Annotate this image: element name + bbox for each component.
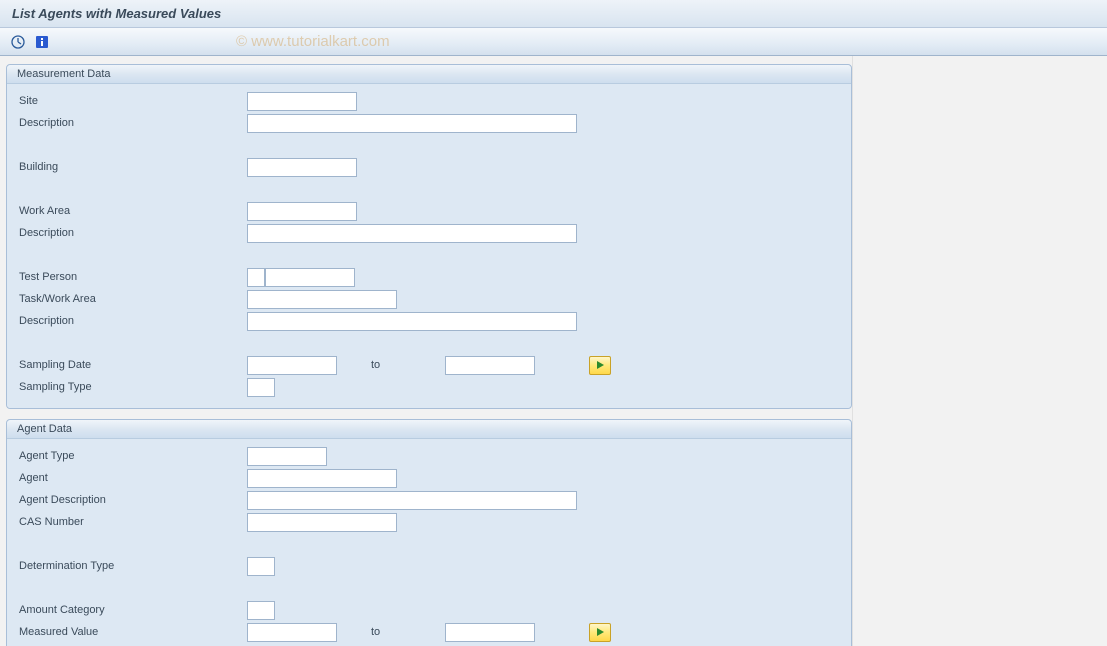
group-header-measurement: Measurement Data bbox=[7, 65, 851, 84]
task-desc-input[interactable] bbox=[247, 312, 577, 331]
label-sampling-type: Sampling Type bbox=[17, 381, 247, 393]
label-amount-category: Amount Category bbox=[17, 604, 247, 616]
cas-number-input[interactable] bbox=[247, 513, 397, 532]
building-input[interactable] bbox=[247, 158, 357, 177]
label-test-person: Test Person bbox=[17, 271, 247, 283]
label-sampling-date: Sampling Date bbox=[17, 359, 247, 371]
arrow-right-icon bbox=[597, 628, 604, 636]
group-measurement-data: Measurement Data Site Description Buildi… bbox=[6, 64, 852, 409]
amount-category-input[interactable] bbox=[247, 601, 275, 620]
label-task-work-area: Task/Work Area bbox=[17, 293, 247, 305]
label-work-area: Work Area bbox=[17, 205, 247, 217]
arrow-right-icon bbox=[597, 361, 604, 369]
toolbar: © www.tutorialkart.com bbox=[0, 28, 1107, 56]
sampling-date-to-input[interactable] bbox=[445, 356, 535, 375]
site-desc-input[interactable] bbox=[247, 114, 577, 133]
label-measured-value-to: to bbox=[371, 626, 441, 638]
label-sampling-date-to: to bbox=[371, 359, 441, 371]
agent-input[interactable] bbox=[247, 469, 397, 488]
label-building: Building bbox=[17, 161, 247, 173]
label-work-area-desc: Description bbox=[17, 227, 247, 239]
form-column: Measurement Data Site Description Buildi… bbox=[0, 56, 852, 646]
label-task-desc: Description bbox=[17, 315, 247, 327]
agent-type-input[interactable] bbox=[247, 447, 327, 466]
label-agent-desc: Agent Description bbox=[17, 494, 247, 506]
site-input[interactable] bbox=[247, 92, 357, 111]
label-agent-type: Agent Type bbox=[17, 450, 247, 462]
label-determination-type: Determination Type bbox=[17, 560, 247, 572]
measured-value-to-input[interactable] bbox=[445, 623, 535, 642]
watermark-text: © www.tutorialkart.com bbox=[236, 33, 390, 50]
execute-icon[interactable] bbox=[8, 32, 28, 52]
page-title: List Agents with Measured Values bbox=[0, 0, 1107, 28]
label-site: Site bbox=[17, 95, 247, 107]
label-measured-value: Measured Value bbox=[17, 626, 247, 638]
test-person-input-a[interactable] bbox=[247, 268, 265, 287]
work-area-desc-input[interactable] bbox=[247, 224, 577, 243]
sampling-type-input[interactable] bbox=[247, 378, 275, 397]
multi-select-measured-value-button[interactable] bbox=[589, 623, 611, 642]
side-panel bbox=[852, 56, 1107, 646]
group-header-agent: Agent Data bbox=[7, 420, 851, 439]
multi-select-sampling-date-button[interactable] bbox=[589, 356, 611, 375]
sampling-date-from-input[interactable] bbox=[247, 356, 337, 375]
measured-value-from-input[interactable] bbox=[247, 623, 337, 642]
label-cas-number: CAS Number bbox=[17, 516, 247, 528]
label-agent: Agent bbox=[17, 472, 247, 484]
agent-desc-input[interactable] bbox=[247, 491, 577, 510]
group-agent-data: Agent Data Agent Type Agent Agent Descri… bbox=[6, 419, 852, 646]
work-area-input[interactable] bbox=[247, 202, 357, 221]
determination-type-input[interactable] bbox=[247, 557, 275, 576]
test-person-input-b[interactable] bbox=[265, 268, 355, 287]
info-icon[interactable] bbox=[32, 32, 52, 52]
task-work-area-input[interactable] bbox=[247, 290, 397, 309]
label-site-desc: Description bbox=[17, 117, 247, 129]
